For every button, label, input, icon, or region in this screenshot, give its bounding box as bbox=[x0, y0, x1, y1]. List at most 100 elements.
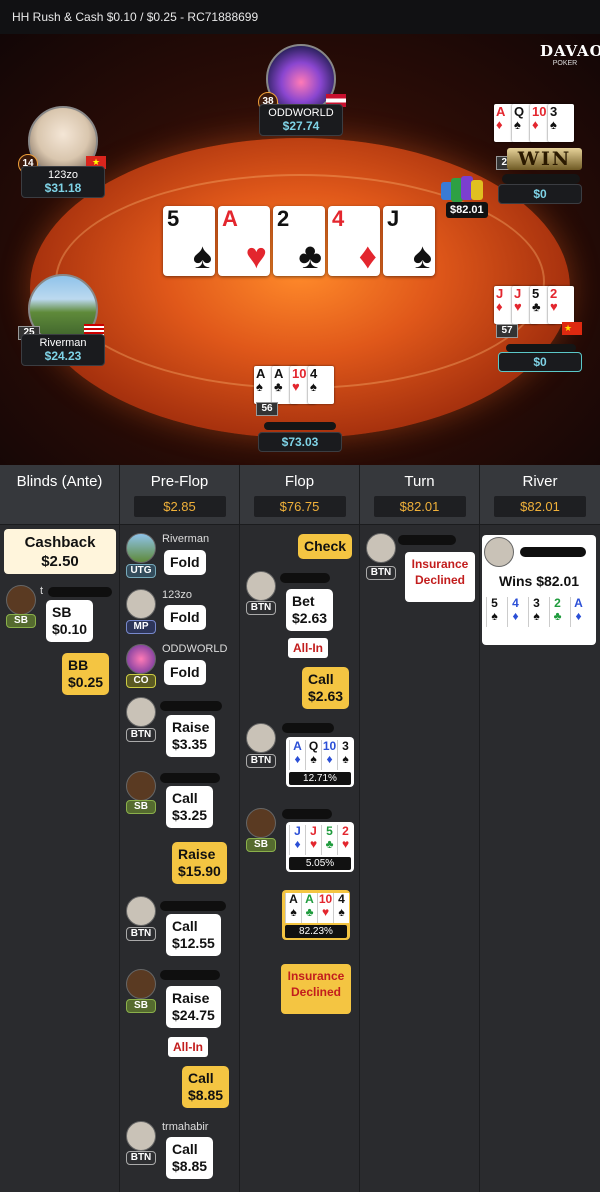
action-bubble: SB $0.10 bbox=[46, 600, 94, 642]
card-suit-icon: ♠ bbox=[342, 752, 349, 766]
action-amount: $2.63 bbox=[292, 610, 328, 626]
nameplate: ODDWORLD $27.74 bbox=[259, 104, 343, 136]
action-amount: $3.25 bbox=[172, 807, 208, 823]
position-badge: BTN bbox=[246, 754, 276, 768]
wins-label: Wins $82.01 bbox=[498, 573, 580, 589]
player-avatar bbox=[126, 1121, 156, 1151]
seat-riverman[interactable]: 25 Riverman $24.23 bbox=[18, 274, 108, 366]
player-name: trmahabir bbox=[162, 1121, 209, 1133]
card-suit-icon: ♠ bbox=[192, 235, 212, 276]
hand-card: A ♦ bbox=[570, 597, 586, 627]
action-label: Call bbox=[188, 1070, 214, 1086]
card-rank: J bbox=[387, 206, 400, 231]
poker-table: DAVAO POKER 5 ♠ A ♥ 2 ♣ 4 ♦ J ♠ 38 ODDWORLD $27.7… bbox=[0, 34, 600, 465]
board-card: 4 ♦ bbox=[328, 206, 380, 276]
position-badge: MP bbox=[126, 620, 156, 634]
street-pot: $82.01 bbox=[373, 496, 466, 517]
player-name: t bbox=[40, 585, 44, 597]
column-header: Blinds (Ante) bbox=[0, 465, 119, 525]
action-amount: $8.85 bbox=[172, 1158, 208, 1174]
hand-card: 3 ♠ bbox=[528, 597, 544, 627]
equity-percent: 12.71% bbox=[289, 772, 351, 785]
hand-card: J ♦ bbox=[289, 825, 305, 855]
card-rank: 5 bbox=[167, 206, 180, 231]
card-suit-icon: ♠ bbox=[491, 609, 498, 623]
position-badge: BTN bbox=[366, 566, 396, 580]
board-card: 2 ♣ bbox=[273, 206, 325, 276]
player-name: Riverman bbox=[39, 337, 87, 349]
hand-card: 2 ♣ bbox=[549, 597, 565, 627]
street-pot: $2.85 bbox=[133, 496, 226, 517]
hand-card: 4 ♠ bbox=[333, 893, 349, 923]
nameplate: $0 bbox=[498, 184, 582, 204]
redacted-name bbox=[398, 535, 456, 545]
board-card: J ♠ bbox=[383, 206, 435, 276]
position-badge: UTG bbox=[126, 564, 156, 578]
action-label: Call bbox=[172, 1141, 198, 1157]
card-suit-icon: ♠ bbox=[256, 379, 263, 394]
player-stack: $27.74 bbox=[282, 119, 320, 133]
column-header: Pre-Flop $2.85 bbox=[120, 465, 239, 525]
action-label: Raise bbox=[178, 846, 216, 862]
hand-card: 4 ♦ bbox=[507, 597, 523, 627]
action-label: SB bbox=[52, 604, 72, 620]
hand-card: A ♦ bbox=[289, 740, 305, 770]
action-bubble: BB $0.25 bbox=[62, 653, 110, 695]
player-stack: $0 bbox=[533, 187, 547, 201]
hand-card: 5 ♣ bbox=[321, 825, 337, 855]
insurance-declined: Insurance Declined bbox=[405, 552, 475, 602]
column-blinds: Blinds (Ante) bbox=[0, 465, 120, 1192]
card-suit-icon: ♣ bbox=[298, 235, 322, 276]
hand-card: 3 ♠ bbox=[337, 740, 353, 770]
nameplate: $73.03 bbox=[258, 432, 342, 452]
seat-oddworld[interactable]: 38 ODDWORLD $27.74 bbox=[256, 44, 346, 136]
china-flag-icon: ★ bbox=[562, 322, 582, 335]
player-stack: $31.18 bbox=[44, 181, 82, 195]
hole-card: 2 ♥ bbox=[548, 286, 574, 324]
card-suit-icon: ♦ bbox=[294, 837, 301, 851]
hand-equity-box: A ♦ Q ♠ 10 ♦ 3 ♠ 12.71% bbox=[286, 737, 354, 787]
player-stack: $73.03 bbox=[281, 435, 319, 449]
seat-123zo[interactable]: 14 ★ 123zo $31.18 bbox=[18, 106, 108, 198]
position-badge: SB bbox=[126, 800, 156, 814]
action-label: BB bbox=[68, 657, 89, 673]
player-avatar bbox=[246, 571, 276, 601]
cashback-value: $2.50 bbox=[41, 553, 79, 570]
hole-card: 4 ♠ bbox=[308, 366, 334, 404]
chip-stack-icon bbox=[441, 176, 491, 202]
card-suit-icon: ♥ bbox=[309, 837, 318, 851]
redacted-name bbox=[264, 422, 336, 430]
hand-card: J ♥ bbox=[305, 825, 321, 855]
column-title: Pre-Flop bbox=[150, 473, 209, 490]
winning-hand-cards: 5 ♠ 4 ♦ 3 ♠ 2 ♣ A ♦ bbox=[486, 597, 594, 627]
player-name: ODDWORLD bbox=[162, 643, 228, 655]
player-avatar bbox=[246, 723, 276, 753]
player-stack: $24.23 bbox=[44, 349, 82, 363]
hand-card: A ♣ bbox=[301, 893, 317, 923]
action-bubble: Fold bbox=[164, 660, 206, 685]
player-avatar bbox=[484, 537, 514, 567]
card-suit-icon: ♣ bbox=[553, 609, 562, 623]
player-avatar bbox=[126, 533, 156, 563]
card-suit-icon: ♣ bbox=[325, 837, 334, 851]
hole-cards: A ♠ A ♣ 10 ♥ 4 ♠ bbox=[254, 366, 354, 406]
player-name: Riverman bbox=[162, 533, 210, 545]
hand-cards: A ♠ A ♣ 10 ♥ 4 ♠ bbox=[285, 893, 349, 923]
action-amount: $8.85 bbox=[188, 1087, 224, 1103]
hand-card: 10 ♥ bbox=[317, 893, 333, 923]
action-bubble: Call $2.63 bbox=[302, 667, 350, 709]
action-bubble: Call $3.25 bbox=[166, 786, 214, 828]
action-bubble: Fold bbox=[164, 550, 206, 575]
column-title: Turn bbox=[404, 473, 435, 490]
action-amount: $0.25 bbox=[68, 674, 104, 690]
position-badge: SB bbox=[126, 999, 156, 1013]
card-suit-icon: ♦ bbox=[358, 235, 377, 276]
action-amount: $3.35 bbox=[172, 736, 208, 752]
redacted-name bbox=[282, 723, 334, 733]
equity-percent: 5.05% bbox=[289, 857, 351, 870]
card-suit-icon: ♠ bbox=[310, 379, 317, 394]
card-suit-icon: ♥ bbox=[550, 299, 558, 314]
cashback-label: Cashback bbox=[24, 534, 96, 551]
card-suit-icon: ♥ bbox=[321, 905, 330, 919]
player-avatar bbox=[126, 896, 156, 926]
